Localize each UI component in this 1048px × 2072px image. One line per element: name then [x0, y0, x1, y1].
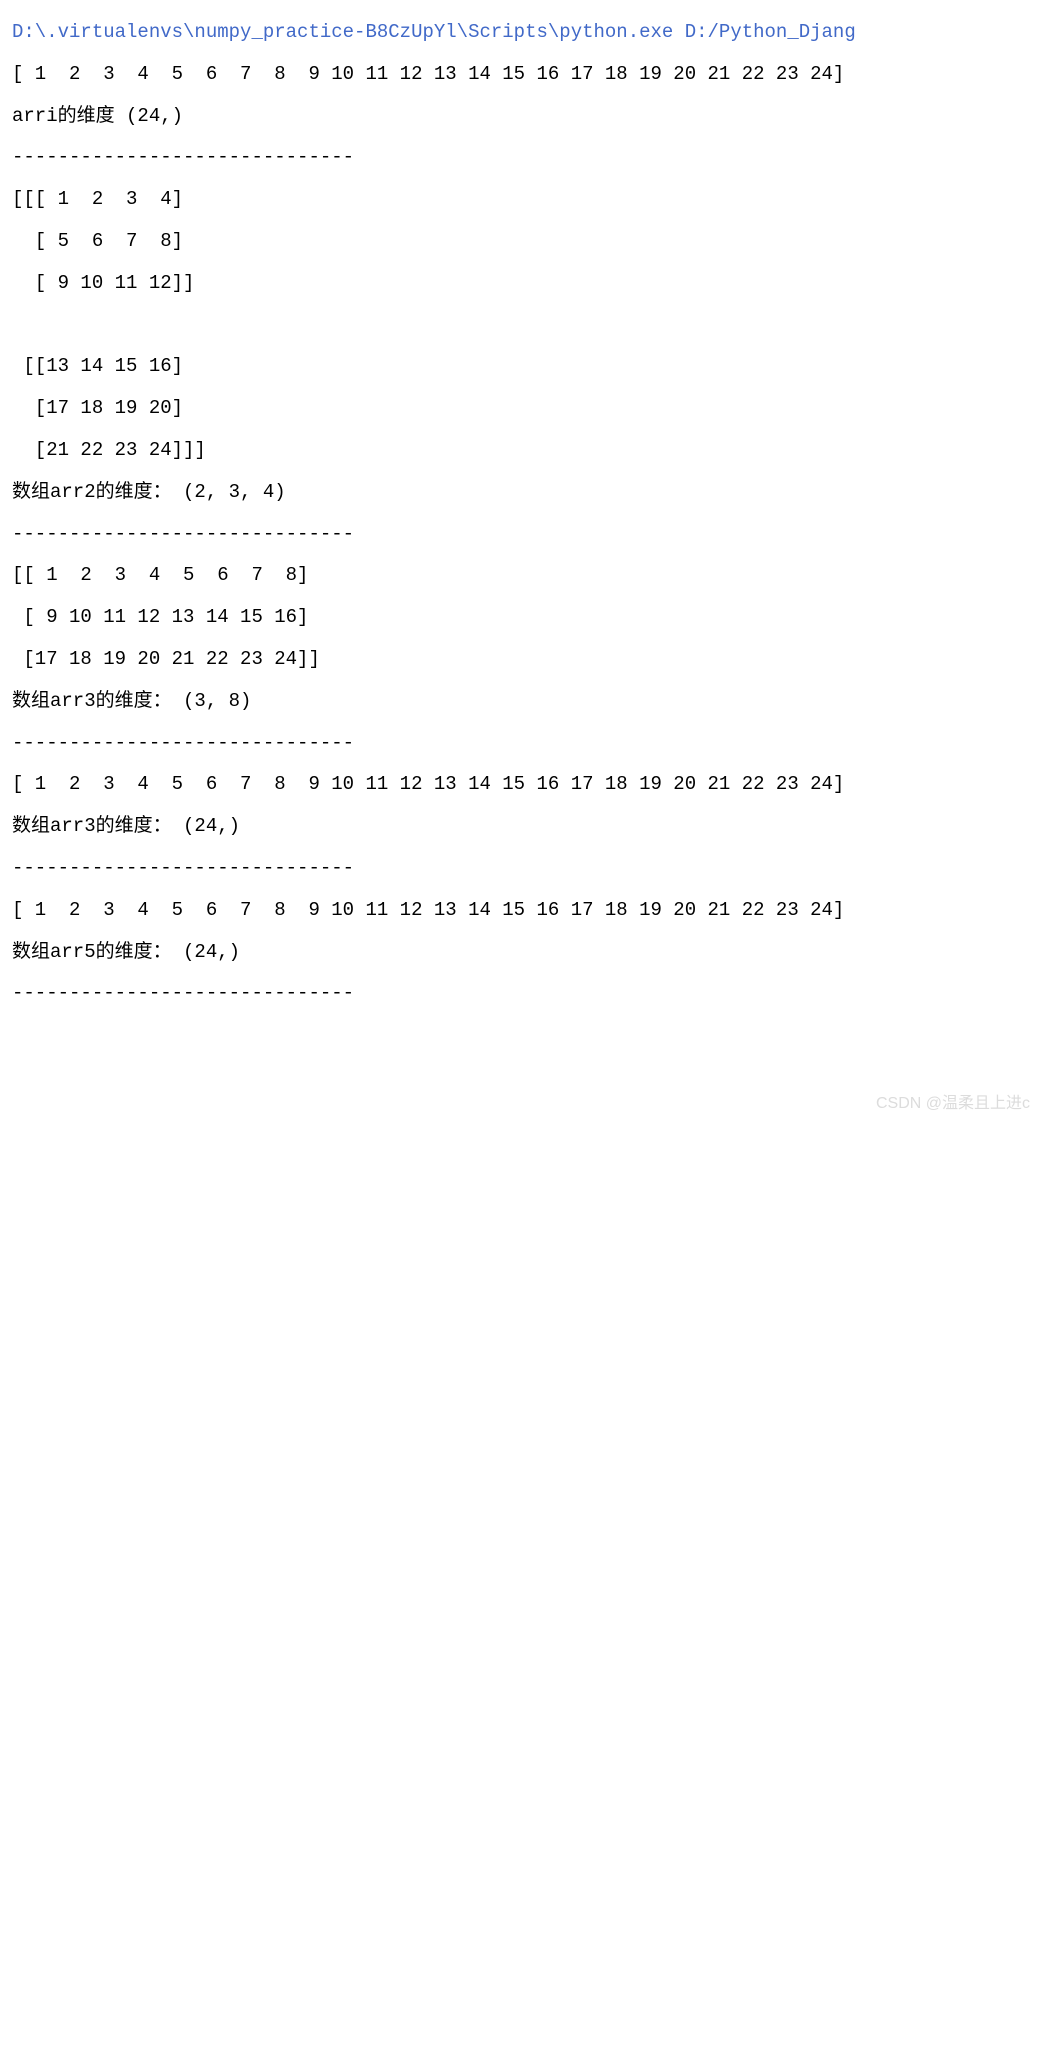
terminal-output: [ 1 2 3 4 5 6 7 8 9 10 11 12 13 14 15 16…: [12, 63, 844, 1005]
command-line: D:\.virtualenvs\numpy_practice-B8CzUpYl\…: [12, 21, 856, 43]
watermark: CSDN @温柔且上进c: [876, 1096, 1030, 1112]
